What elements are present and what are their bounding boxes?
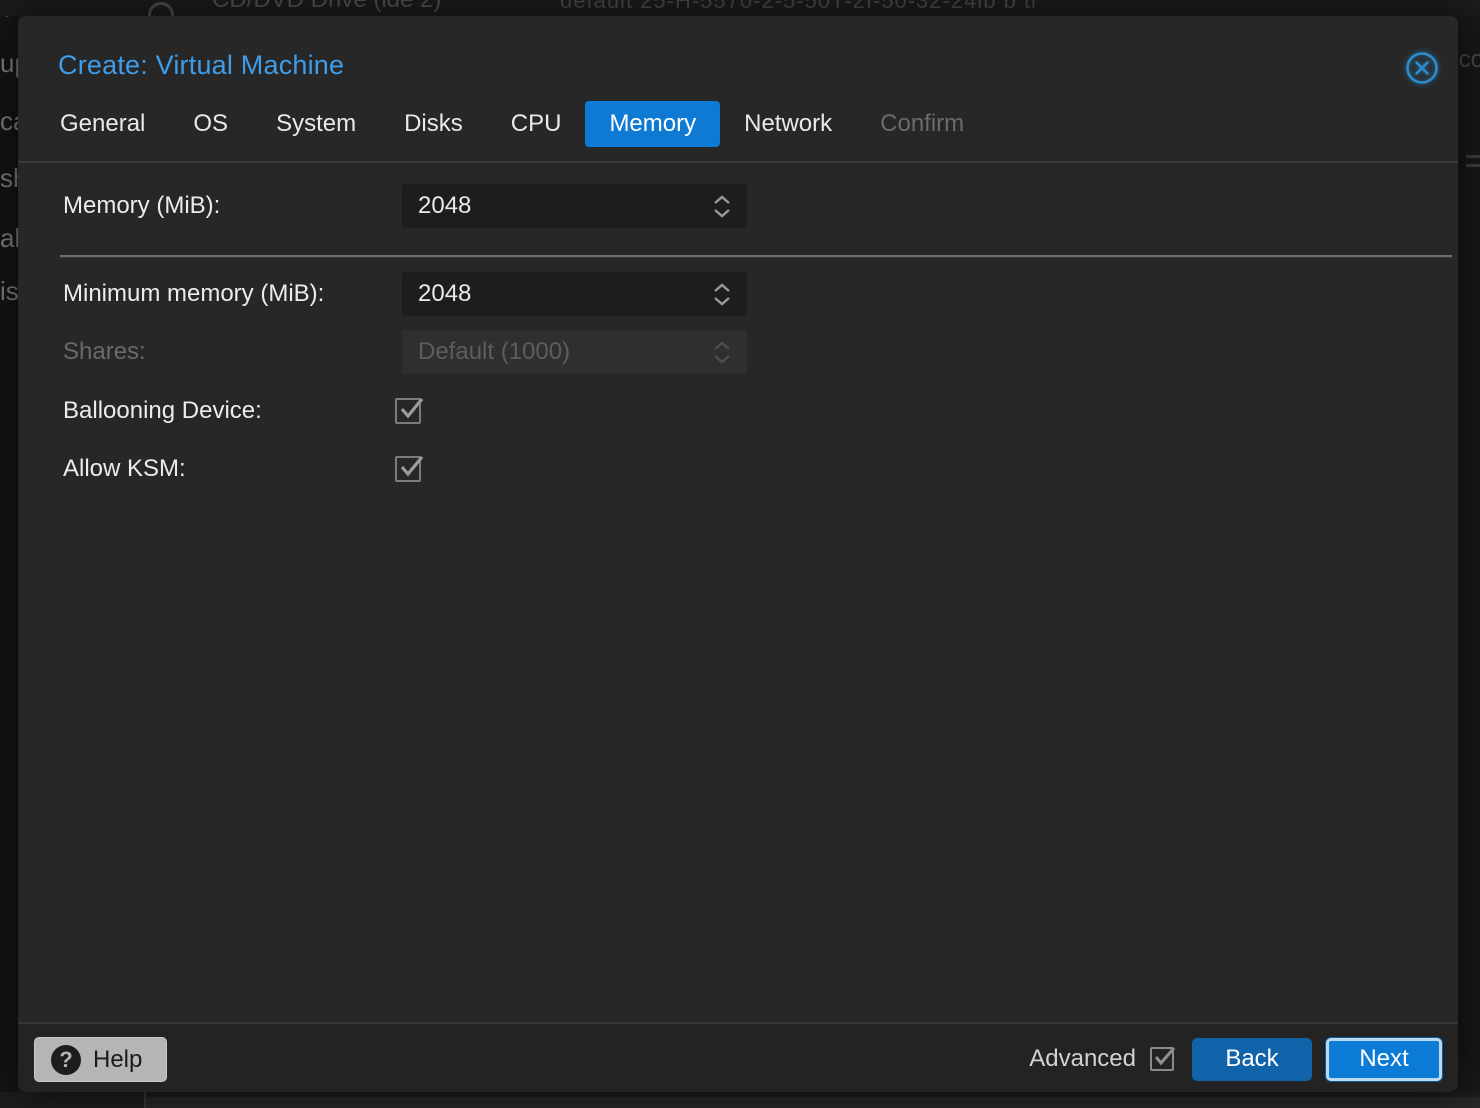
tab-system[interactable]: System <box>252 101 380 147</box>
tab-cpu[interactable]: CPU <box>487 101 586 147</box>
shares-value: Default (1000) <box>418 338 713 366</box>
ksm-row: Allow KSM: <box>45 456 1431 482</box>
shares-label: Shares: <box>63 330 146 374</box>
bg-menu-fragment: all <box>0 223 18 254</box>
wizard-tabs: General OS System Disks CPU Memory Netwo… <box>36 100 988 148</box>
spinner-up-icon <box>713 195 731 205</box>
tab-confirm: Confirm <box>856 101 988 147</box>
bg-menu-fragment: iss <box>0 276 18 307</box>
tabs-divider <box>18 161 1458 163</box>
spinner-up-icon <box>713 341 731 351</box>
question-mark-icon: ? <box>51 1045 81 1075</box>
shares-input: Default (1000) <box>402 330 747 374</box>
advanced-label: Advanced <box>1029 1045 1136 1073</box>
min-memory-value: 2048 <box>418 280 713 308</box>
create-vm-dialog: Create: Virtual Machine General OS Syste… <box>18 16 1458 1092</box>
check-icon <box>1152 1045 1176 1069</box>
spinner-down-icon <box>713 354 731 364</box>
help-button[interactable]: ? Help <box>34 1037 167 1082</box>
spinner-buttons <box>713 341 735 364</box>
spinner-down-icon <box>713 208 731 218</box>
check-icon <box>398 454 424 480</box>
tab-network[interactable]: Network <box>720 101 856 147</box>
memory-row: Memory (MiB): 2048 <box>45 184 1431 228</box>
dialog-footer: ? Help Advanced Back Next <box>18 1022 1458 1092</box>
memory-label: Memory (MiB): <box>63 184 220 228</box>
bg-right-fragment: co <box>1459 46 1480 74</box>
bg-right-dashes <box>1466 155 1480 167</box>
bg-menu-fragment: up <box>0 48 18 79</box>
memory-value: 2048 <box>418 192 713 220</box>
close-icon <box>1405 51 1439 85</box>
ballooning-label: Ballooning Device: <box>63 398 262 424</box>
dialog-title: Create: Virtual Machine <box>58 50 344 81</box>
ballooning-row: Ballooning Device: <box>45 398 1431 424</box>
close-button[interactable] <box>1404 50 1440 86</box>
spinner-buttons[interactable] <box>713 195 735 218</box>
tab-os[interactable]: OS <box>169 101 252 147</box>
check-icon <box>398 396 424 422</box>
background-left-menu-strip: or up ca sh all iss <box>0 0 18 1108</box>
bg-menu-fragment: sh <box>0 163 18 194</box>
back-button[interactable]: Back <box>1192 1038 1312 1081</box>
radio-circle-icon <box>148 2 174 16</box>
tab-memory[interactable]: Memory <box>585 101 720 147</box>
ksm-label: Allow KSM: <box>63 456 186 482</box>
next-button[interactable]: Next <box>1326 1038 1442 1081</box>
spinner-up-icon <box>713 283 731 293</box>
bg-device-value-text: default 25-H-5570-2-5-50T-2I-50-32-24lb … <box>560 0 1037 14</box>
help-button-label: Help <box>93 1046 142 1074</box>
tab-general[interactable]: General <box>36 101 169 147</box>
memory-input[interactable]: 2048 <box>402 184 747 228</box>
background-hardware-row: CD/DVD Drive (ide 2) default 25-H-5570-2… <box>0 0 1480 16</box>
min-memory-input[interactable]: 2048 <box>402 272 747 316</box>
ksm-checkbox[interactable] <box>395 456 421 482</box>
spinner-buttons[interactable] <box>713 283 735 306</box>
tab-disks[interactable]: Disks <box>380 101 487 147</box>
background-bottom-strip <box>0 1092 1480 1108</box>
advanced-checkbox[interactable] <box>1150 1047 1174 1071</box>
min-memory-label: Minimum memory (MiB): <box>63 272 324 316</box>
form-separator <box>60 255 1452 258</box>
spinner-down-icon <box>713 296 731 306</box>
min-memory-row: Minimum memory (MiB): 2048 <box>45 272 1431 316</box>
ballooning-checkbox[interactable] <box>395 398 421 424</box>
shares-row: Shares: Default (1000) <box>45 330 1431 374</box>
bg-menu-fragment: ca <box>0 106 18 137</box>
bg-device-text: CD/DVD Drive (ide 2) <box>212 0 441 14</box>
